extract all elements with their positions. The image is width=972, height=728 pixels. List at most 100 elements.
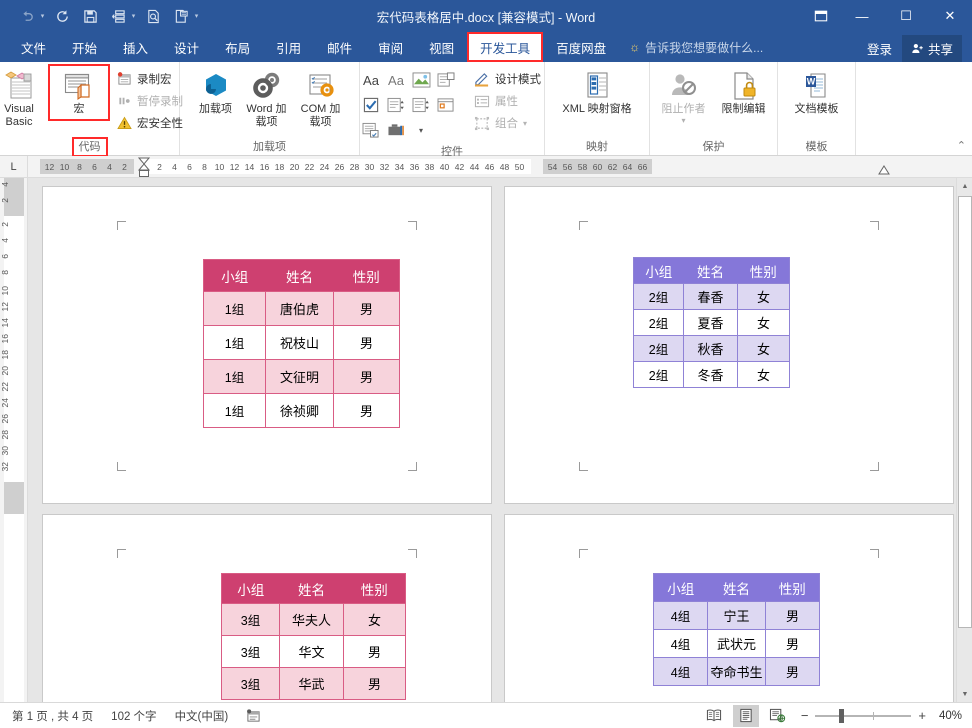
- table-row[interactable]: 1组 文征明男: [203, 359, 400, 394]
- picture-content-control-icon[interactable]: [409, 68, 433, 92]
- document-page-2[interactable]: 小组 姓名 性别 2组 春香女 2组 夏香女 2组 秋香女 2组 冬香女: [504, 186, 954, 504]
- sign-in-button[interactable]: 登录: [867, 39, 892, 58]
- table-group-2[interactable]: 小组 姓名 性别 2组 春香女 2组 夏香女 2组 秋香女 2组 冬香女: [633, 257, 790, 388]
- share-button[interactable]: 共享: [901, 35, 962, 62]
- legacy-tools-dropdown-icon[interactable]: ▾: [409, 118, 433, 142]
- document-page-4[interactable]: 小组 姓名 性别 4组 宁王男 4组 武状元男 4组 夺命书生男: [504, 514, 954, 702]
- legacy-tools-icon[interactable]: [384, 118, 408, 142]
- table-row[interactable]: 3组 华文男: [221, 635, 406, 668]
- table-row[interactable]: 2组 春香女: [633, 283, 790, 310]
- scrollbar-thumb[interactable]: [958, 196, 972, 628]
- word-count-status[interactable]: 102 个字: [111, 708, 156, 724]
- table-group-4[interactable]: 小组 姓名 性别 4组 宁王男 4组 武状元男 4组 夺命书生男: [653, 573, 820, 686]
- margin-mark-bottom-right: [408, 462, 417, 471]
- tab-view[interactable]: 视图: [416, 32, 467, 62]
- ribbon-display-options-icon[interactable]: [802, 0, 840, 32]
- tab-review[interactable]: 审阅: [365, 32, 416, 62]
- table-row[interactable]: 3组 华夫人女: [221, 603, 406, 636]
- collapse-ribbon-button[interactable]: ⌃: [957, 139, 966, 152]
- tab-developer[interactable]: 开发工具: [467, 32, 544, 62]
- table-row[interactable]: 2组 夏香女: [633, 309, 790, 336]
- print-preview-icon[interactable]: [140, 4, 166, 28]
- design-mode-button[interactable]: 设计模式: [470, 68, 545, 90]
- page-number-status[interactable]: 第 1 页 , 共 4 页: [12, 708, 93, 724]
- tab-stop-selector[interactable]: L: [0, 156, 28, 177]
- tab-insert[interactable]: 插入: [110, 32, 161, 62]
- drop-down-list-content-control-icon[interactable]: [409, 93, 433, 117]
- proofing-errors-icon[interactable]: [246, 708, 261, 723]
- scroll-down-icon[interactable]: ▼: [957, 686, 972, 702]
- zoom-thumb[interactable]: [839, 708, 845, 723]
- tab-home[interactable]: 开始: [59, 32, 110, 62]
- close-button[interactable]: ✕: [928, 0, 972, 32]
- vertical-scrollbar[interactable]: ▲ ▼: [956, 178, 972, 702]
- table-column-header: 小组: [653, 573, 708, 602]
- document-canvas[interactable]: 小组 姓名 性别 1组 唐伯虎男 1组 祝枝山男 1组 文征明男 1组 徐祯卿男 小组 姓名 性别 2组春…: [28, 178, 956, 702]
- quick-print-dropdown-icon[interactable]: ▾: [129, 12, 138, 20]
- web-layout-view-button[interactable]: [765, 705, 791, 727]
- table-row[interactable]: 1组 祝枝山男: [203, 325, 400, 360]
- table-row[interactable]: 4组 夺命书生男: [653, 657, 820, 686]
- tab-references[interactable]: 引用: [263, 32, 314, 62]
- table-row[interactable]: 2组 秋香女: [633, 335, 790, 362]
- document-page-3[interactable]: 小组 姓名 性别 3组 华夫人女 3组 华文男 3组 华武男: [42, 514, 492, 702]
- building-block-gallery-icon[interactable]: [434, 68, 458, 92]
- vertical-ruler[interactable]: 4 2 2 4 6 8 10 12 14 16 18 20 22 24 26 28 30 32: [0, 178, 28, 702]
- quick-print-icon[interactable]: [105, 4, 131, 28]
- com-add-ins-button[interactable]: COM 加载项: [294, 66, 348, 131]
- tab-file[interactable]: 文件: [8, 32, 59, 62]
- minimize-button[interactable]: —: [840, 0, 884, 32]
- zoom-slider[interactable]: − +: [801, 708, 926, 723]
- language-status[interactable]: 中文(中国): [175, 708, 229, 724]
- checkbox-content-control-icon[interactable]: [359, 93, 383, 117]
- table-row[interactable]: 4组 武状元男: [653, 629, 820, 658]
- tab-baidu-netdisk[interactable]: 百度网盘: [543, 32, 619, 62]
- tab-mailings[interactable]: 邮件: [314, 32, 365, 62]
- read-mode-view-button[interactable]: [701, 705, 727, 727]
- repeating-section-content-control-icon[interactable]: [359, 118, 383, 142]
- cell-group: 2组: [633, 309, 684, 336]
- restrict-editing-button[interactable]: 限制编辑: [715, 66, 773, 119]
- zoom-level-label[interactable]: 40%: [932, 710, 962, 722]
- maximize-button[interactable]: ☐: [884, 0, 928, 32]
- document-template-button[interactable]: W 文档模板: [786, 66, 848, 119]
- macro-security-button[interactable]: 宏安全性: [112, 112, 187, 134]
- horizontal-ruler[interactable]: 12 10 8 6 4 2 2 4 6 8 10 12 14 16 18 20 22 24 26 28 30 32 34 3…: [28, 156, 956, 177]
- table-group-1[interactable]: 小组 姓名 性别 1组 唐伯虎男 1组 祝枝山男 1组 文征明男 1组 徐祯卿男: [203, 259, 400, 428]
- rich-text-content-control-icon[interactable]: Aa: [359, 68, 383, 92]
- table-row[interactable]: 3组 华武男: [221, 667, 406, 700]
- table-row[interactable]: 1组 徐祯卿男: [203, 393, 400, 428]
- table-group-3[interactable]: 小组 姓名 性别 3组 华夫人女 3组 华文男 3组 华武男: [221, 573, 406, 700]
- zoom-in-button[interactable]: +: [918, 708, 926, 723]
- customize-qat-icon[interactable]: ▾: [192, 12, 201, 20]
- record-macro-button[interactable]: 录制宏: [112, 68, 187, 90]
- undo-dropdown-icon[interactable]: ▾: [38, 12, 47, 20]
- xml-mapping-pane-button[interactable]: XML 映射窗格: [551, 66, 643, 119]
- date-picker-content-control-icon[interactable]: [434, 93, 458, 117]
- document-page-1[interactable]: 小组 姓名 性别 1组 唐伯虎男 1组 祝枝山男 1组 文征明男 1组 徐祯卿男: [42, 186, 492, 504]
- new-comment-icon[interactable]: [168, 4, 194, 28]
- margin-mark-top-left: [117, 221, 126, 230]
- plain-text-content-control-icon[interactable]: Aa: [384, 68, 408, 92]
- tab-layout[interactable]: 布局: [212, 32, 263, 62]
- cell-name: 春香: [683, 283, 738, 310]
- print-layout-view-button[interactable]: [732, 704, 759, 727]
- word-add-ins-button[interactable]: Word 加载项: [242, 66, 292, 131]
- add-ins-button[interactable]: 加载项: [192, 66, 240, 119]
- visual-basic-button[interactable]: Visual Basic: [0, 66, 48, 131]
- table-row[interactable]: 1组 唐伯虎男: [203, 291, 400, 326]
- ruler-tick: 48: [499, 161, 510, 172]
- scroll-up-icon[interactable]: ▲: [957, 178, 972, 194]
- tab-design[interactable]: 设计: [161, 32, 212, 62]
- redo-icon[interactable]: [49, 4, 75, 28]
- zoom-out-button[interactable]: −: [801, 708, 809, 723]
- macros-button[interactable]: 宏: [48, 64, 110, 121]
- combo-box-content-control-icon[interactable]: [384, 93, 408, 117]
- save-icon[interactable]: [77, 4, 103, 28]
- tell-me-box[interactable]: ☼ 告诉我您想要做什么...: [629, 32, 763, 62]
- undo-icon[interactable]: [14, 4, 40, 28]
- table-row[interactable]: 2组 冬香女: [633, 361, 790, 388]
- zoom-track[interactable]: [815, 708, 912, 723]
- ruler-tick: 22: [304, 161, 315, 172]
- table-row[interactable]: 4组 宁王男: [653, 601, 820, 630]
